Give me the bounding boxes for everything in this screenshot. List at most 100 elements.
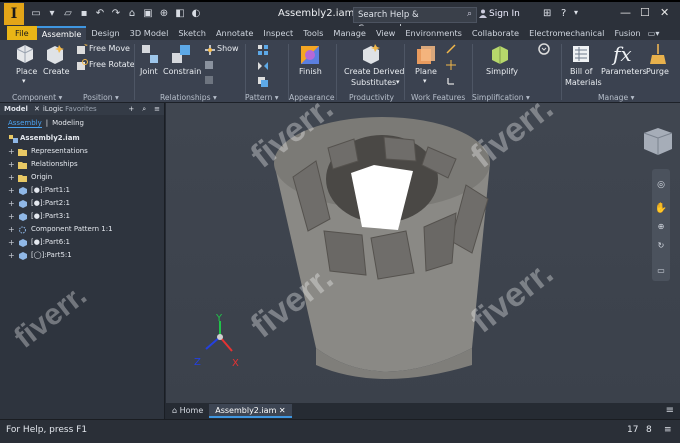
tabs-menu-icon[interactable]: ≡ xyxy=(660,404,680,418)
hide-all-icon[interactable] xyxy=(204,75,214,85)
create-derived-icon[interactable] xyxy=(360,43,382,65)
status-menu-icon[interactable]: ≡ xyxy=(664,425,672,435)
close-model-tab-icon[interactable]: ✕ xyxy=(32,105,42,113)
bill-of-materials-icon[interactable] xyxy=(571,44,591,64)
joint-icon[interactable] xyxy=(140,43,160,65)
tab-manage[interactable]: Manage xyxy=(328,26,371,40)
mirror-icon[interactable] xyxy=(257,60,269,72)
place-button[interactable]: Place xyxy=(16,67,37,76)
tree-item-relationships[interactable]: + Relationships xyxy=(0,159,165,172)
panel-manage-label[interactable]: Manage ▾ xyxy=(598,93,634,102)
panel-simplification-label[interactable]: Simplification ▾ xyxy=(472,93,530,102)
expand-icon[interactable]: + xyxy=(8,148,15,156)
place-dropdown-icon[interactable]: ▾ xyxy=(22,77,26,85)
purge-broom-icon[interactable] xyxy=(648,43,668,65)
parameters-fx-icon[interactable]: fx xyxy=(613,42,632,66)
model-view[interactable]: ◎ ✋ ⊕ ↻ ▭ Y X Z xyxy=(166,103,680,403)
finish-icon[interactable] xyxy=(299,44,321,66)
maximize-icon[interactable]: ☐ xyxy=(640,6,650,19)
expand-icon[interactable]: + xyxy=(8,174,15,182)
save-icon[interactable]: ▪ xyxy=(78,8,90,20)
expand-icon[interactable]: + xyxy=(8,239,15,247)
look-at-icon[interactable]: ▭ xyxy=(657,266,665,275)
create-button[interactable]: Create xyxy=(43,67,70,76)
tab-assemble[interactable]: Assemble xyxy=(36,26,87,40)
free-rotate-icon[interactable] xyxy=(76,59,88,71)
tab-file[interactable]: File xyxy=(7,26,37,40)
create-component-icon[interactable] xyxy=(44,43,66,65)
update-icon[interactable]: ▣ xyxy=(142,8,154,20)
tree-item-origin[interactable]: + Origin xyxy=(0,172,165,185)
tree-item-part3[interactable]: + [●]:Part3:1 xyxy=(0,211,165,224)
document-tab-active[interactable]: Assembly2.iam ✕ xyxy=(209,404,292,418)
tree-item-part2[interactable]: + [●]:Part2:1 xyxy=(0,198,165,211)
tab-environments[interactable]: Environments xyxy=(400,26,467,40)
tab-inspect[interactable]: Inspect xyxy=(258,26,298,40)
expand-icon[interactable]: + xyxy=(8,200,15,208)
constrain-icon[interactable] xyxy=(170,43,192,65)
panel-relationships-label[interactable]: Relationships ▾ xyxy=(160,93,217,102)
free-move-button[interactable]: Free Move xyxy=(89,44,130,53)
tree-item-component-pattern[interactable]: + Component Pattern 1:1 xyxy=(0,224,165,237)
browser-tab-ilogic[interactable]: iLogic xyxy=(42,105,64,113)
select-icon[interactable]: ⊕ xyxy=(158,8,170,20)
joint-button[interactable]: Joint xyxy=(140,67,158,76)
tab-3d-model[interactable]: 3D Model xyxy=(125,26,174,40)
panel-component-label[interactable]: Component ▾ xyxy=(12,93,62,102)
tree-item-part1[interactable]: + [●]:Part1:1 xyxy=(0,185,165,198)
tree-item-part5[interactable]: + [◯]:Part5:1 xyxy=(0,250,165,263)
parameters-button[interactable]: Parameters xyxy=(601,67,647,76)
tab-collaborate[interactable]: Collaborate xyxy=(467,26,524,40)
home-icon[interactable]: ⌂ xyxy=(126,8,138,20)
create-derived-button[interactable]: Create Derived xyxy=(344,67,404,76)
browser-menu-icon[interactable]: ≡ xyxy=(150,105,164,113)
home-tab[interactable]: ⌂ Home xyxy=(166,404,209,418)
search-icon[interactable]: ⌕ xyxy=(467,9,472,19)
minimize-icon[interactable]: — xyxy=(620,6,631,19)
tab-sketch[interactable]: Sketch xyxy=(173,26,211,40)
plane-dropdown-icon[interactable]: ▾ xyxy=(423,77,427,85)
derived-dropdown-icon[interactable]: ▾ xyxy=(396,78,400,86)
cart-icon[interactable]: ⊞ xyxy=(543,8,551,19)
free-move-icon[interactable] xyxy=(76,43,88,55)
show-sick-icon[interactable] xyxy=(204,60,214,70)
plane-button[interactable]: Plane xyxy=(415,67,437,76)
show-button[interactable]: Show xyxy=(217,44,239,53)
subtab-assembly[interactable]: Assembly xyxy=(8,119,42,128)
show-icon[interactable] xyxy=(204,44,216,56)
browser-tab-model[interactable]: Model xyxy=(0,105,32,113)
close-icon[interactable]: ✕ xyxy=(660,6,669,19)
panel-position-label[interactable]: Position ▾ xyxy=(83,93,119,102)
finish-button[interactable]: Finish xyxy=(299,67,322,76)
redo-icon[interactable]: ↷ xyxy=(110,8,122,20)
appearance-icon[interactable]: ◐ xyxy=(190,8,202,20)
help-dropdown-icon[interactable]: ▾ xyxy=(574,8,578,17)
steering-wheel-icon[interactable]: ◎ xyxy=(657,180,665,190)
tree-root[interactable]: Assembly2.iam xyxy=(0,133,165,146)
simplify-icon[interactable] xyxy=(489,43,511,65)
browser-tab-favorites[interactable]: Favorites xyxy=(64,105,98,113)
add-browser-tab-icon[interactable]: + xyxy=(124,105,138,113)
expand-icon[interactable]: + xyxy=(8,226,15,234)
sign-in-button[interactable]: Sign In xyxy=(489,9,520,19)
axis-icon[interactable] xyxy=(446,44,456,54)
expand-icon[interactable]: + xyxy=(8,252,15,260)
inventor-logo-icon[interactable]: I xyxy=(4,3,24,25)
tab-tools[interactable]: Tools xyxy=(298,26,328,40)
undo-icon[interactable]: ↶ xyxy=(94,8,106,20)
purge-button[interactable]: Purge xyxy=(646,67,669,76)
bill-of-materials-button[interactable]: Bill of xyxy=(570,67,592,76)
point-icon[interactable] xyxy=(446,60,456,70)
tab-fusion[interactable]: Fusion xyxy=(609,26,645,40)
graphics-viewport[interactable]: ◎ ✋ ⊕ ↻ ▭ Y X Z fiverr. fiverr. fiverr. … xyxy=(166,103,680,403)
browser-search-icon[interactable]: ⌕ xyxy=(138,105,150,114)
new-file-icon[interactable]: ▭ xyxy=(30,8,42,20)
simplify-button[interactable]: Simplify xyxy=(486,67,518,76)
help-icon[interactable]: ? xyxy=(561,8,566,19)
orbit-icon[interactable]: ↻ xyxy=(658,241,665,250)
copy-icon[interactable] xyxy=(257,76,269,88)
search-help-input[interactable]: Search Help & Commands... xyxy=(353,7,477,34)
open-folder-icon[interactable]: ▱ xyxy=(62,8,74,20)
place-component-icon[interactable] xyxy=(15,43,35,65)
constrain-button[interactable]: Constrain xyxy=(163,67,201,76)
